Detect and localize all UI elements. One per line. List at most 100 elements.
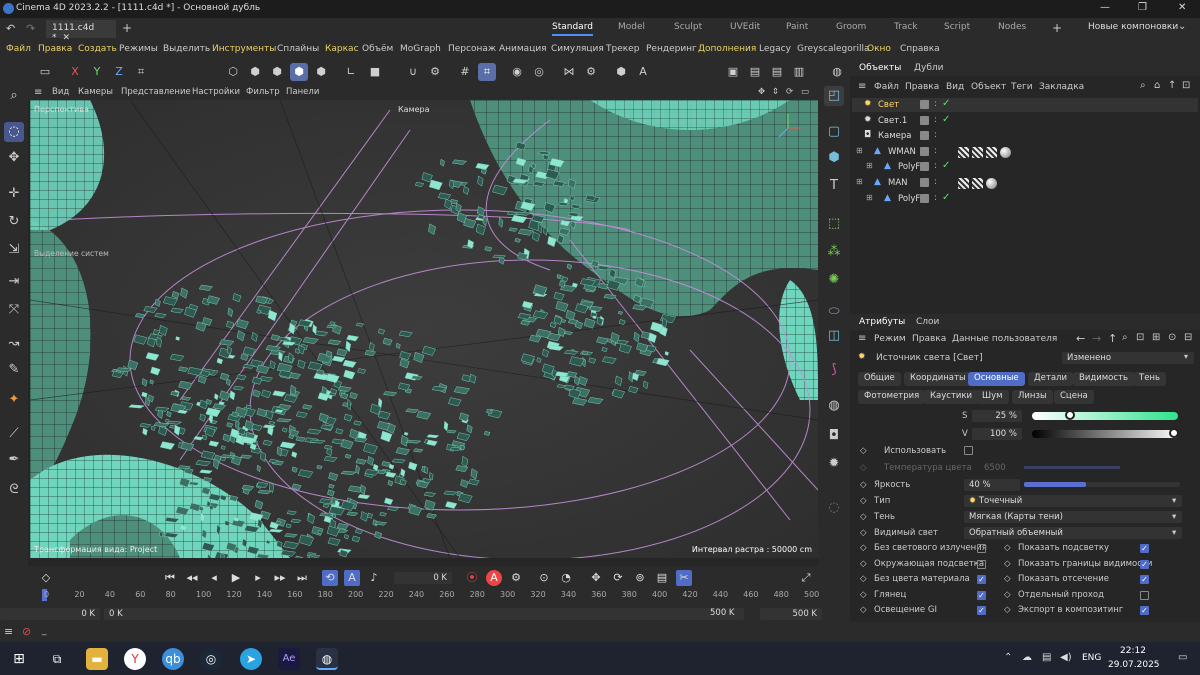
forward-arrow-icon[interactable]: → <box>1092 332 1101 345</box>
layout-model[interactable]: Model <box>618 22 645 32</box>
keyframe-diamond-icon[interactable]: ◇ <box>860 480 867 490</box>
keyframe-diamond-icon[interactable]: ◇ <box>1004 574 1011 584</box>
keyframe-diamond-icon[interactable]: ◇ <box>860 574 867 584</box>
soft-selection-icon[interactable]: ■ <box>366 63 384 81</box>
object-tag-icon[interactable] <box>1000 147 1011 158</box>
layout-paint[interactable]: Paint <box>786 22 808 32</box>
hamburger-icon[interactable]: ≡ <box>4 625 13 638</box>
document-tab[interactable]: 1111.c4d * ✕ <box>46 20 116 43</box>
settings-icon[interactable]: ⊙ <box>1168 332 1176 343</box>
close-button[interactable]: ✕ <box>1178 2 1186 13</box>
option-checkbox[interactable] <box>977 559 986 569</box>
keyframe-diamond-icon[interactable]: ◇ <box>860 605 867 615</box>
keyframe-diamond-icon[interactable]: ◇ <box>860 496 867 506</box>
option-checkbox[interactable]: ✓ <box>1140 544 1149 553</box>
snap-icon[interactable]: ⌗ <box>478 63 496 81</box>
layout-sculpt[interactable]: Sculpt <box>674 22 702 32</box>
attr-tab[interactable]: Детали <box>1028 372 1073 386</box>
select-tool-icon[interactable]: ◌ <box>4 122 24 142</box>
obj-menu-tags[interactable]: Теги <box>1011 82 1033 92</box>
maximize-view-icon[interactable]: ▭ <box>801 87 809 97</box>
render-settings-icon[interactable]: ◎ <box>530 63 548 81</box>
object-row[interactable]: ⊞ ▲ WMAN: <box>852 145 1198 159</box>
menu-splines[interactable]: Сплайны <box>277 44 319 54</box>
yandex-browser-icon[interactable]: Y <box>124 648 146 670</box>
object-tag-icon[interactable] <box>972 178 983 189</box>
object-row[interactable]: ⊞ ▲ PolyFx: ✓ <box>852 192 1198 206</box>
layer-color-swatch[interactable] <box>920 131 929 141</box>
text-object-icon[interactable]: T <box>824 176 844 196</box>
obj-menu-file[interactable]: Файл <box>874 82 899 92</box>
text-tool-icon[interactable]: A <box>634 63 652 81</box>
attr-tab[interactable]: Общие <box>858 372 901 386</box>
cinema4d-taskbar-icon[interactable]: ◍ <box>316 648 338 670</box>
vp-menu-filter[interactable]: Фильтр <box>246 87 280 97</box>
polygons-mode-icon[interactable]: ⬢ <box>268 63 286 81</box>
option-checkbox[interactable]: ✓ <box>977 575 986 585</box>
object-row[interactable]: ◘ Камера: <box>852 129 1198 143</box>
preview-range-field[interactable]: 0 K <box>104 608 744 620</box>
home-icon[interactable]: ⌂ <box>1154 80 1160 91</box>
vp-menu-cameras[interactable]: Камеры <box>78 87 113 97</box>
vp-menu-panels[interactable]: Панели <box>286 87 319 97</box>
menu-edit[interactable]: Правка <box>38 44 72 54</box>
effector-icon[interactable]: ✺ <box>824 270 844 290</box>
keyframe-diamond-icon[interactable]: ◇ <box>860 543 867 553</box>
parameter-key-icon[interactable]: ▤ <box>654 570 670 586</box>
obj-menu-view[interactable]: Вид <box>946 82 964 92</box>
cube-object-icon[interactable]: ⬢ <box>824 148 844 168</box>
attr-tab[interactable]: Основные <box>968 372 1025 386</box>
render-settings-button-icon[interactable]: ▥ <box>790 63 808 81</box>
saturation-field[interactable]: 25 % <box>972 410 1022 422</box>
lock-key-icon[interactable]: ⊙ <box>536 570 552 586</box>
coordinate-system-icon[interactable]: ⌗ <box>132 63 150 81</box>
lock-icon[interactable]: ⊡ <box>1136 332 1144 343</box>
hamburger-icon[interactable]: ≡ <box>34 87 42 98</box>
layer-color-swatch[interactable] <box>920 162 929 172</box>
chevron-down-icon[interactable]: ⌄ <box>1178 21 1186 32</box>
qbittorrent-icon[interactable]: qb <box>162 648 184 670</box>
back-arrow-icon[interactable]: ← <box>1076 332 1085 345</box>
search-icon[interactable]: ⌕ <box>1140 80 1146 91</box>
keyframe-diamond-icon[interactable]: ◇ <box>1004 605 1011 615</box>
layout-track[interactable]: Track <box>894 22 918 32</box>
object-row[interactable]: ✹ Свет.1: ✓ <box>852 114 1198 128</box>
hexagon-icon[interactable]: ⬢ <box>612 63 630 81</box>
visibility-dots-icon[interactable]: : <box>934 177 937 187</box>
expand-toggle-icon[interactable]: ⊞ <box>866 161 873 170</box>
transform-icon[interactable]: ⤧ <box>4 300 24 320</box>
visible-light-dropdown[interactable]: Обратный объемный <box>964 527 1182 539</box>
object-tag-icon[interactable] <box>972 147 983 158</box>
speaker-icon[interactable]: ◀) <box>1060 652 1072 663</box>
field-icon[interactable]: ◫ <box>824 326 844 346</box>
keyframe-diamond-icon[interactable]: ◇ <box>860 528 867 538</box>
up-arrow-icon[interactable]: ↑ <box>1168 80 1176 91</box>
layer-color-swatch[interactable] <box>920 115 929 125</box>
expand-toggle-icon[interactable]: ⊞ <box>856 177 863 186</box>
object-tag-icon[interactable] <box>958 147 969 158</box>
mograph-cloner-icon[interactable]: ⁂ <box>824 242 844 262</box>
orbit-view-icon[interactable]: ⟳ <box>786 87 793 97</box>
key-settings-icon[interactable]: ⚙ <box>508 570 524 586</box>
menu-legacy[interactable]: Legacy <box>759 44 791 54</box>
menu-volume[interactable]: Объём <box>362 44 393 54</box>
deformer-icon[interactable]: ⬭ <box>824 302 844 322</box>
undo-icon[interactable]: ↶ <box>6 22 15 35</box>
option-checkbox[interactable]: ✓ <box>1140 559 1149 569</box>
lock-icon[interactable]: ⊡ <box>1182 80 1190 91</box>
keyframe-diamond-icon[interactable]: ◇ <box>1004 590 1011 600</box>
tab-takes[interactable]: Дубли <box>914 63 944 73</box>
sound-icon[interactable]: ♪ <box>366 570 382 586</box>
option-checkbox[interactable]: ✓ <box>977 590 986 600</box>
light-icon[interactable]: ✹ <box>824 454 844 474</box>
layout-groom[interactable]: Groom <box>836 22 866 32</box>
enabled-check-icon[interactable]: ✓ <box>942 114 950 125</box>
option-checkbox[interactable] <box>977 544 986 553</box>
object-tag-icon[interactable] <box>986 147 997 158</box>
menu-window[interactable]: Окно <box>867 44 891 54</box>
brush-tool-icon[interactable]: ↝ <box>4 334 24 354</box>
new-layouts-dropdown[interactable]: Новые компоновки <box>1088 22 1178 32</box>
menu-character[interactable]: Персонаж <box>448 44 496 54</box>
rotate-key-icon[interactable]: ⟳ <box>610 570 626 586</box>
camera-icon[interactable]: ◘ <box>824 426 844 446</box>
